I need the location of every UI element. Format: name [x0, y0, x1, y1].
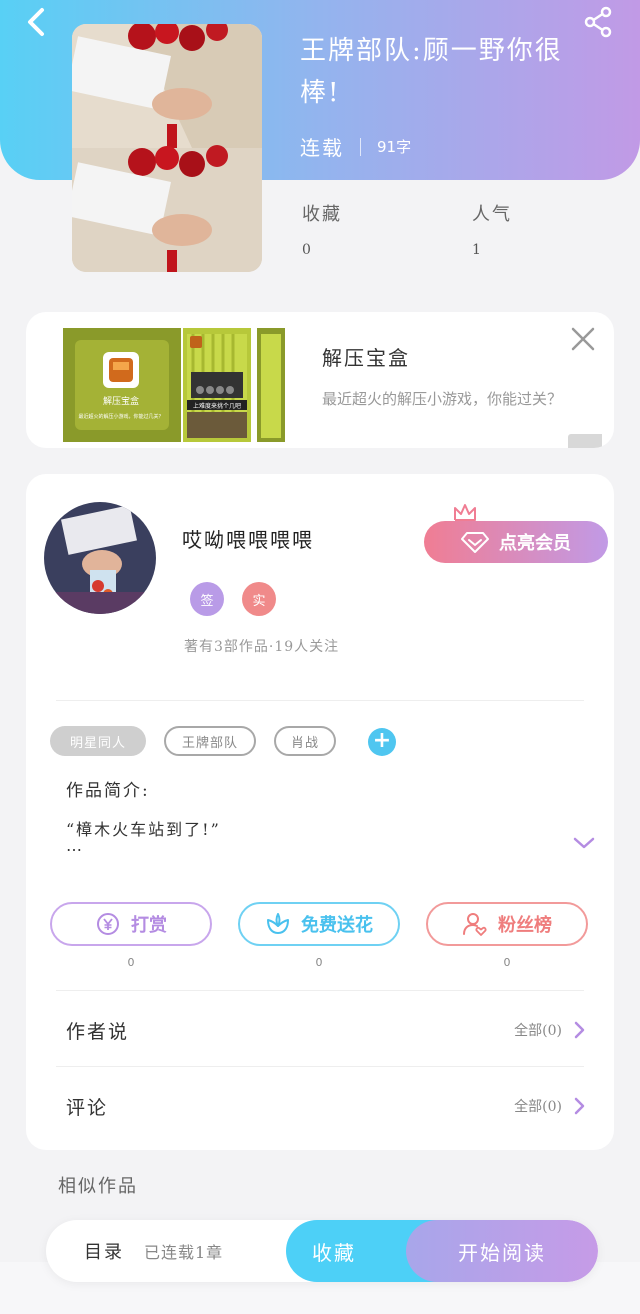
- reward-button-label: 打赏: [131, 915, 167, 936]
- comments-row[interactable]: 评论 全部(0): [66, 1086, 586, 1126]
- intro-ellipsis: …: [66, 836, 82, 855]
- verified-badge: 实: [242, 582, 276, 616]
- chevron-down-icon: [573, 837, 595, 849]
- flower-count: 0: [315, 956, 323, 969]
- close-icon: [571, 327, 595, 351]
- stat-favorites: 收藏 0: [302, 200, 342, 258]
- author-card: 哎呦喂喂喂喂 签 实 著有3部作品·19人关注 点亮会员 明星同人 王牌部队 肖…: [26, 474, 614, 1150]
- flower-icon: [267, 913, 289, 934]
- intro-label: 作品简介:: [66, 781, 150, 801]
- stat-popularity: 人气 1: [472, 200, 512, 258]
- author-name[interactable]: 哎呦喂喂喂喂: [182, 524, 314, 553]
- stat-value: 0: [302, 242, 311, 258]
- divider: [56, 700, 584, 701]
- author-notes-row[interactable]: 作者说 全部(0): [66, 1010, 586, 1050]
- toc-label: 目录: [84, 1242, 124, 1263]
- similar-works-heading: 相似作品: [58, 1176, 138, 1197]
- divider: [56, 1066, 584, 1067]
- ad-close-button[interactable]: [570, 326, 596, 352]
- back-arrow-icon: [28, 8, 44, 36]
- toc-chapter-count: 已连载1章: [144, 1243, 224, 1262]
- start-reading-button[interactable]: 开始阅读: [406, 1220, 598, 1282]
- yen-icon: [97, 913, 119, 935]
- reward-count: 0: [127, 956, 135, 969]
- book-cover[interactable]: [72, 24, 262, 272]
- collect-button-label: 收藏: [312, 1240, 356, 1265]
- fan-count: 0: [503, 956, 511, 969]
- stat-label: 人气: [472, 204, 512, 225]
- signed-badge: 签: [190, 582, 224, 616]
- table-of-contents-button[interactable]: 目录 已连载1章: [84, 1220, 223, 1282]
- ad-card[interactable]: 解压宝盒 最近超火的解压小游戏，你能过几关？ 上难度来挑个几吧 解压宝盒 最近超…: [26, 312, 614, 448]
- avatar[interactable]: [44, 502, 156, 614]
- send-flower-button[interactable]: 免费送花: [238, 902, 400, 946]
- stat-value: 1: [472, 242, 481, 258]
- tag-item[interactable]: 肖战: [274, 726, 336, 756]
- ad-marker: [568, 434, 602, 448]
- diamond-icon: [461, 532, 489, 553]
- vip-button-label: 点亮会员: [499, 533, 571, 554]
- author-notes-all[interactable]: 全部(0): [514, 1020, 586, 1040]
- ad-description: 最近超火的解压小游戏，你能过关？: [322, 390, 563, 408]
- ad-image-caption: 最近超火的解压小游戏，你能过几关？: [78, 413, 163, 420]
- ad-title: 解压宝盒: [322, 346, 410, 370]
- bottom-action-bar: 目录 已连载1章 收藏 开始阅读: [46, 1220, 598, 1282]
- tag-item[interactable]: 明星同人: [50, 726, 146, 756]
- comments-all-label: 全部(0): [514, 1099, 562, 1115]
- ad-image-title: 解压宝盒: [103, 395, 139, 407]
- cover-image: [72, 24, 262, 272]
- word-count: 91字: [377, 138, 412, 156]
- expand-intro-button[interactable]: [572, 834, 596, 852]
- start-reading-button-label: 开始阅读: [458, 1240, 546, 1265]
- vip-button[interactable]: 点亮会员: [424, 521, 608, 563]
- author-stats: 著有3部作品·19人关注: [184, 639, 340, 655]
- avatar-image: [44, 502, 156, 614]
- book-meta: 连载 91字: [300, 132, 411, 161]
- intro-text: “樟木火车站到了!”: [66, 820, 221, 839]
- chevron-right-icon: [574, 1021, 585, 1039]
- serial-status: 连载: [300, 136, 344, 160]
- tag-item[interactable]: 王牌部队: [164, 726, 256, 756]
- divider: [56, 990, 584, 991]
- meta-separator: [360, 137, 361, 156]
- author-notes-title: 作者说: [66, 1020, 130, 1043]
- fan-ranking-button[interactable]: 粉丝榜: [426, 902, 588, 946]
- send-flower-button-label: 免费送花: [301, 915, 373, 936]
- comments-all[interactable]: 全部(0): [514, 1096, 586, 1116]
- plus-icon: +: [372, 728, 392, 753]
- stat-label: 收藏: [302, 204, 342, 225]
- book-title: 王牌部队:顾一野你很棒!: [300, 36, 563, 108]
- back-button[interactable]: [18, 4, 58, 40]
- comments-title: 评论: [66, 1096, 109, 1119]
- ad-image-subtitle: 上难度来挑个几吧: [193, 402, 241, 410]
- user-heart-icon: [463, 913, 487, 936]
- add-tag-button[interactable]: +: [368, 728, 396, 756]
- chevron-right-icon: [574, 1097, 585, 1115]
- reward-button[interactable]: 打赏: [50, 902, 212, 946]
- fan-ranking-button-label: 粉丝榜: [498, 915, 552, 936]
- author-notes-all-label: 全部(0): [514, 1023, 562, 1039]
- ad-image: 解压宝盒 最近超火的解压小游戏，你能过几关？ 上难度来挑个几吧: [63, 328, 285, 442]
